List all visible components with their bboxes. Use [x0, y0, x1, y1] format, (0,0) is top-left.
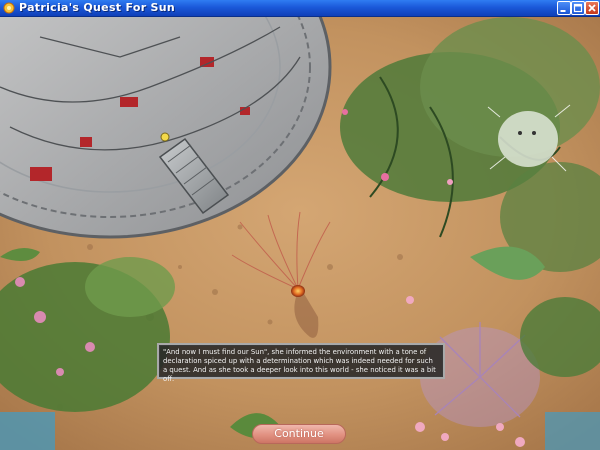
maximize-icon — [573, 3, 583, 13]
game-window: Patricia's Quest For Sun "And now I must… — [0, 0, 600, 450]
dialogue-box: "And now I must find our Sun", she infor… — [157, 343, 445, 383]
continue-button[interactable]: Continue — [252, 424, 346, 444]
close-button[interactable] — [585, 1, 599, 15]
minimize-icon — [560, 10, 566, 12]
narrative-text: "And now I must find our Sun", she infor… — [163, 348, 436, 383]
window-title: Patricia's Quest For Sun — [19, 1, 176, 14]
app-icon — [3, 2, 15, 14]
maximize-button[interactable] — [571, 1, 585, 15]
minimize-button[interactable] — [557, 1, 571, 15]
title-bar[interactable]: Patricia's Quest For Sun — [0, 0, 600, 17]
close-icon — [588, 4, 596, 12]
game-scene[interactable] — [0, 17, 600, 450]
